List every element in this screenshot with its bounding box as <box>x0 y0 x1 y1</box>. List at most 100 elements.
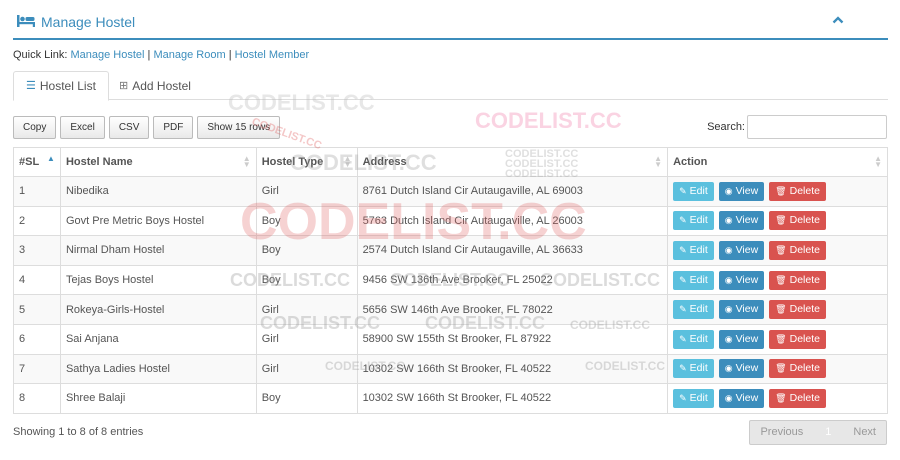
delete-button[interactable]: 🗑 Delete <box>769 300 826 320</box>
sort-icon: ▲ ▼ <box>654 154 663 169</box>
trash-icon: 🗑 <box>775 363 787 374</box>
delete-button[interactable]: 🗑 Delete <box>769 211 826 231</box>
view-button[interactable]: ◉ View <box>718 359 765 379</box>
view-button[interactable]: ◉ View <box>718 211 765 231</box>
action-label: Delete <box>789 214 820 227</box>
delete-button[interactable]: 🗑 Delete <box>769 329 826 349</box>
cell-address: 5763 Dutch Island Cir Autaugaville, AL 2… <box>356 205 669 237</box>
cell-sl: 5 <box>13 294 61 325</box>
action-label: Edit <box>689 332 708 345</box>
action-label: View <box>735 273 759 286</box>
cell-actions: ✎ Edit ◉ View 🗑 Delete <box>667 353 888 385</box>
cell-hostel-name: Sathya Ladies Hostel <box>59 353 257 385</box>
trash-icon: 🗑 <box>775 333 787 344</box>
edit-icon: ✎ <box>679 274 687 285</box>
table-row: 6 Sai Anjana Girl 58900 SW 155th St Brooker… <box>13 323 888 355</box>
action-label: View <box>735 184 759 197</box>
cell-actions: ✎ Edit ◉ View 🗑 Delete <box>667 264 888 296</box>
column-header-address[interactable]: Address ▲ ▼ <box>356 147 669 177</box>
next-page-button[interactable]: Next <box>843 421 886 444</box>
action-label: View <box>735 332 759 345</box>
view-button[interactable]: ◉ View <box>718 329 765 349</box>
cell-sl: 2 <box>13 205 61 237</box>
sort-icon: ▲ ▼ <box>343 154 352 169</box>
search-input[interactable] <box>747 115 887 139</box>
quick-link-manage-room[interactable]: Manage Room <box>153 49 225 61</box>
cell-address: 9456 SW 136th Ave Brooker, FL 25022 <box>356 264 669 296</box>
chevron-up-icon[interactable] <box>832 12 844 28</box>
view-button[interactable]: ◉ View <box>718 270 765 290</box>
cell-hostel-type: Girl <box>255 294 358 325</box>
cell-address: 5656 SW 146th Ave Brooker, FL 78022 <box>356 294 669 325</box>
excel-button[interactable]: Excel <box>60 116 105 139</box>
list-icon: ☰ <box>26 80 36 92</box>
watermark-text: CODELIST.CC <box>475 108 622 133</box>
cell-address: 10302 SW 166th St Brooker, FL 40522 <box>356 353 669 385</box>
tab-add-hostel[interactable]: ⊞ Add Hostel <box>107 71 203 100</box>
edit-icon: ✎ <box>679 333 687 344</box>
quick-link-label: Quick Link: <box>13 49 68 61</box>
bed-icon <box>17 14 35 30</box>
table-row: 7 Sathya Ladies Hostel Girl 10302 SW 166th … <box>13 353 888 385</box>
edit-button[interactable]: ✎ Edit <box>673 329 714 349</box>
cell-actions: ✎ Edit ◉ View 🗑 Delete <box>667 176 888 207</box>
edit-icon: ✎ <box>679 185 687 196</box>
action-label: View <box>735 214 759 227</box>
table-row: 2 Govt Pre Metric Boys Hostel Boy 5763 Dutc… <box>13 205 888 237</box>
action-label: Delete <box>789 303 820 316</box>
separator: | <box>228 49 232 61</box>
cell-hostel-name: Nibedika <box>59 176 257 207</box>
cell-address: 58900 SW 155th St Brooker, FL 87922 <box>356 323 669 355</box>
quick-link-hostel-member[interactable]: Hostel Member <box>235 49 310 61</box>
edit-icon: ✎ <box>679 392 687 403</box>
edit-button[interactable]: ✎ Edit <box>673 300 714 320</box>
delete-button[interactable]: 🗑 Delete <box>769 388 826 408</box>
trash-icon: 🗑 <box>775 185 787 196</box>
tab-hostel-list[interactable]: ☰ Hostel List <box>13 71 109 101</box>
cell-hostel-name: Govt Pre Metric Boys Hostel <box>59 205 257 237</box>
copy-button[interactable]: Copy <box>13 116 57 139</box>
table-row: 8 Shree Balaji Boy 10302 SW 166th St Brooke… <box>13 383 888 414</box>
view-button[interactable]: ◉ View <box>718 181 765 201</box>
panel-header: Manage Hostel <box>13 10 888 40</box>
action-label: Delete <box>789 391 820 404</box>
delete-button[interactable]: 🗑 Delete <box>769 240 826 260</box>
delete-button[interactable]: 🗑 Delete <box>769 270 826 290</box>
view-button[interactable]: ◉ View <box>718 388 765 408</box>
cell-hostel-name: Nirmal Dham Hostel <box>59 235 257 266</box>
edit-button[interactable]: ✎ Edit <box>673 211 714 231</box>
edit-button[interactable]: ✎ Edit <box>673 240 714 260</box>
cell-hostel-name: Tejas Boys Hostel <box>59 264 257 296</box>
quick-link-manage-hostel[interactable]: Manage Hostel <box>70 49 144 61</box>
table-row: 1 Nibedika Girl 8761 Dutch Island Cir Autau… <box>13 176 888 207</box>
column-header-sl[interactable]: #SL ▲ <box>13 147 61 177</box>
show-rows-button[interactable]: Show 15 rows <box>197 116 281 139</box>
trash-icon: 🗑 <box>775 304 787 315</box>
cell-hostel-type: Girl <box>255 323 358 355</box>
edit-icon: ✎ <box>679 215 687 226</box>
previous-page-button[interactable]: Previous <box>750 421 813 444</box>
page-1-button[interactable]: 1 <box>813 421 843 444</box>
eye-icon: ◉ <box>724 392 733 403</box>
csv-button[interactable]: CSV <box>108 116 150 139</box>
cell-sl: 7 <box>13 353 61 385</box>
pdf-button[interactable]: PDF <box>153 116 194 139</box>
action-label: View <box>735 362 759 375</box>
tab-bar: ☰ Hostel List ⊞ Add Hostel <box>13 71 888 101</box>
view-button[interactable]: ◉ View <box>718 300 765 320</box>
column-header-hostel-type[interactable]: Hostel Type ▲ ▼ <box>255 147 358 177</box>
action-label: View <box>735 243 759 256</box>
panel-title: Manage Hostel <box>17 14 135 30</box>
edit-button[interactable]: ✎ Edit <box>673 181 714 201</box>
edit-button[interactable]: ✎ Edit <box>673 359 714 379</box>
edit-button[interactable]: ✎ Edit <box>673 270 714 290</box>
delete-button[interactable]: 🗑 Delete <box>769 359 826 379</box>
column-header-hostel-name[interactable]: Hostel Name ▲ ▼ <box>59 147 257 177</box>
cell-actions: ✎ Edit ◉ View 🗑 Delete <box>667 294 888 325</box>
edit-button[interactable]: ✎ Edit <box>673 388 714 408</box>
sort-asc-icon: ▲ <box>47 154 55 163</box>
column-header-action[interactable]: Action ▲ ▼ <box>667 147 888 177</box>
view-button[interactable]: ◉ View <box>718 240 765 260</box>
action-label: Edit <box>689 391 708 404</box>
delete-button[interactable]: 🗑 Delete <box>769 181 826 201</box>
